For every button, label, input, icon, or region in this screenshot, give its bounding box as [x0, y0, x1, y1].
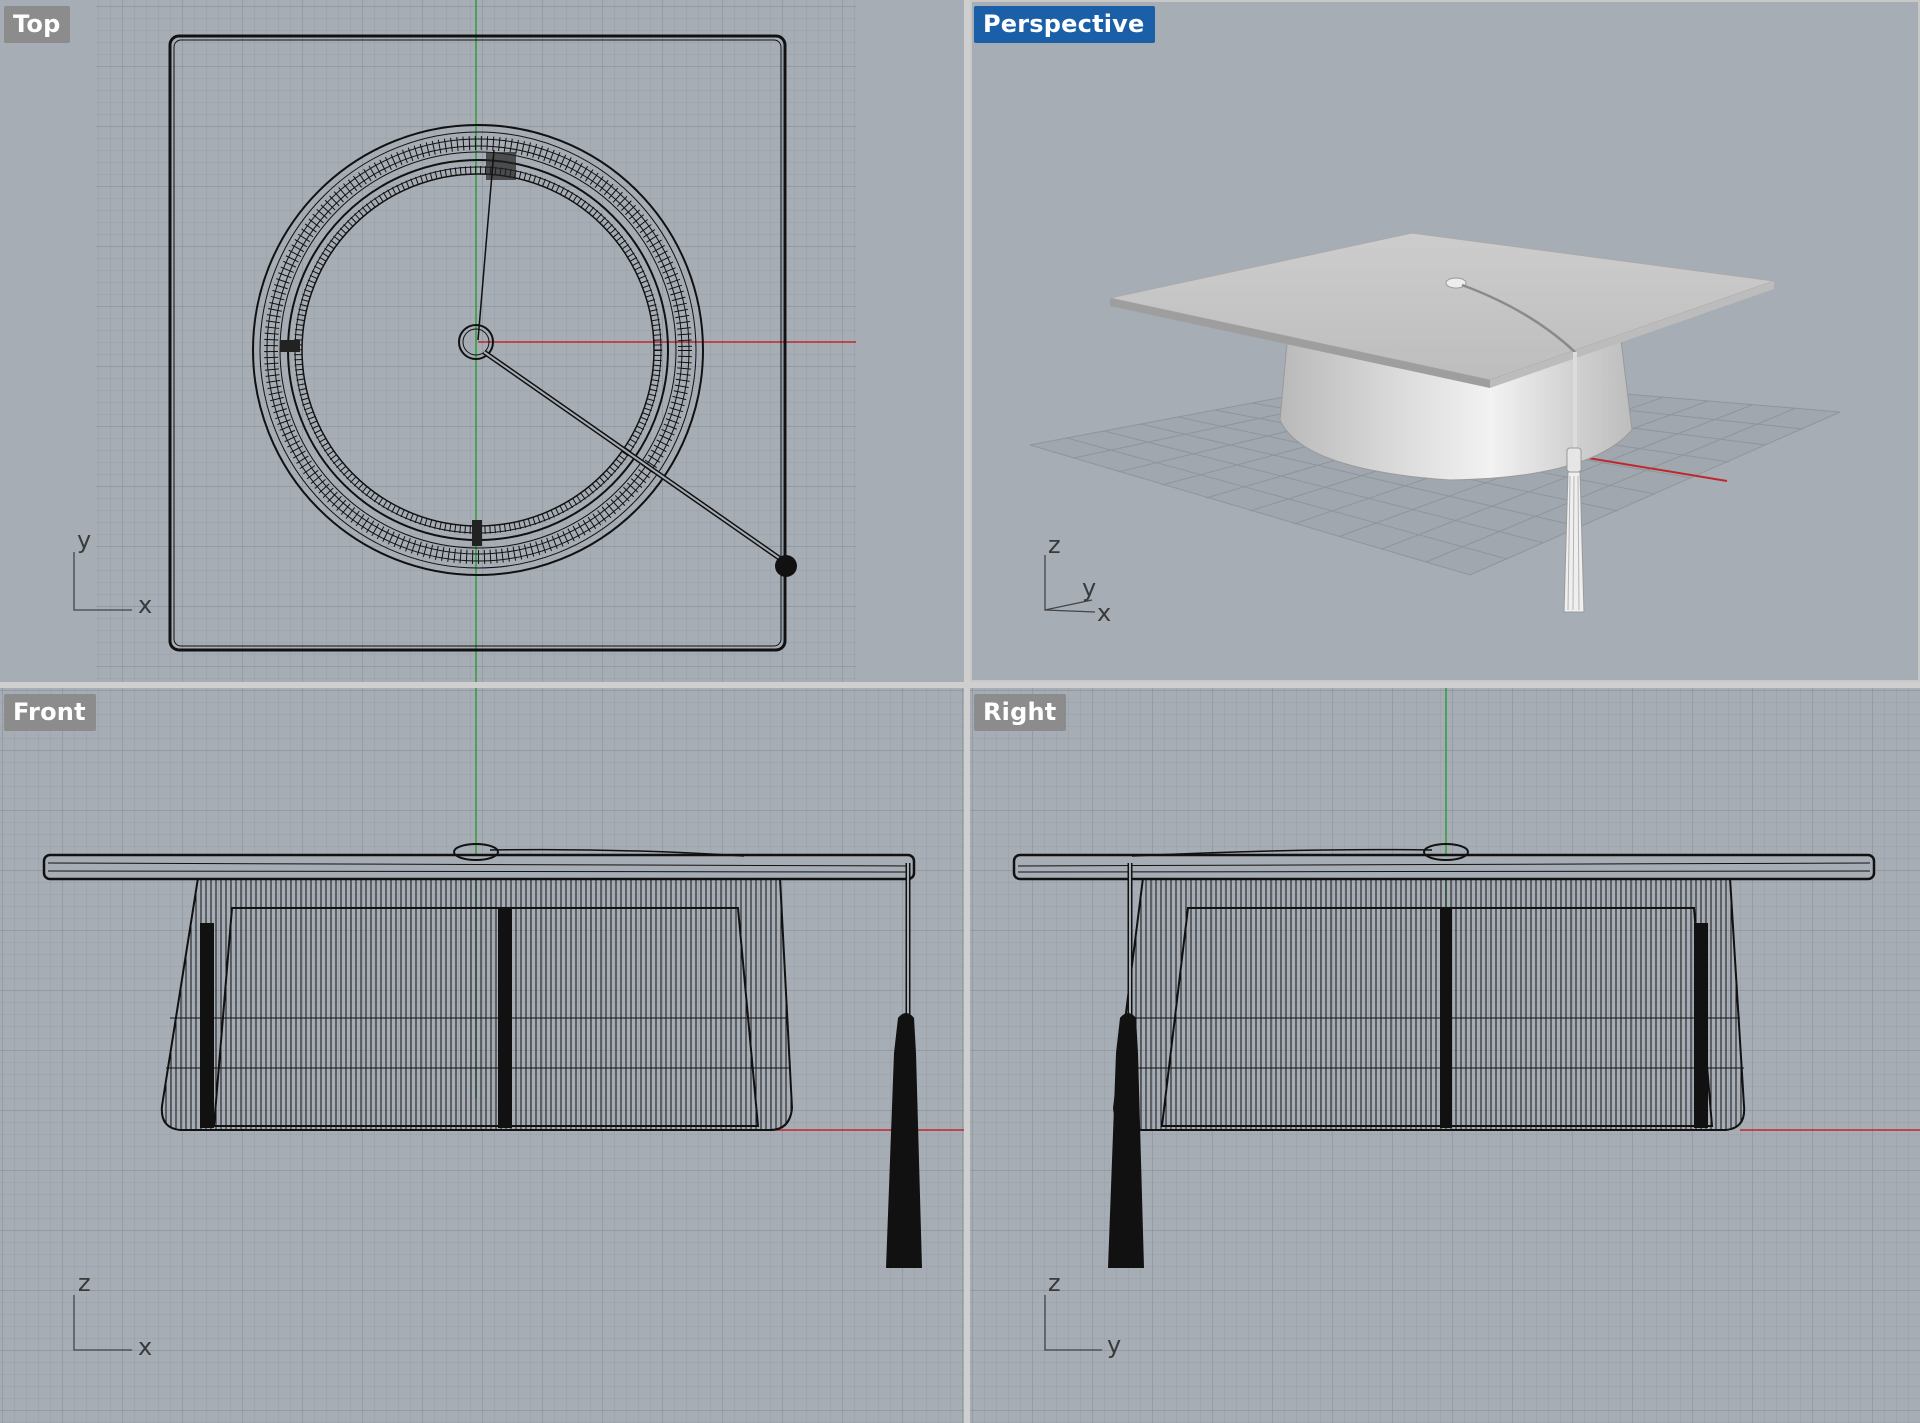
- svg-text:x: x: [138, 591, 152, 619]
- front-viewport[interactable]: Front z x: [0, 688, 964, 1423]
- seam-patch: [472, 520, 482, 546]
- right-viewport-canvas[interactable]: z y: [970, 688, 1920, 1423]
- board-top-shaded: [1109, 232, 1775, 381]
- viewport-title-perspective[interactable]: Perspective: [974, 6, 1155, 43]
- board-wireframe: [1012, 853, 1876, 881]
- svg-text:x: x: [1097, 599, 1111, 627]
- top-viewport[interactable]: Top y x: [0, 0, 964, 682]
- svg-text:y: y: [77, 526, 91, 554]
- seam-patch: [486, 152, 516, 180]
- viewport-title-top[interactable]: Top: [4, 6, 71, 43]
- viewport-title-front[interactable]: Front: [4, 694, 96, 731]
- crown-seam: [1694, 923, 1708, 1128]
- axis-icon-perspective: z y x: [1044, 531, 1111, 627]
- seam-patch: [280, 340, 300, 352]
- svg-text:z: z: [1048, 531, 1061, 559]
- perspective-viewport-canvas[interactable]: z y x: [970, 0, 1920, 682]
- crown-wireframe: [160, 877, 794, 1131]
- top-viewport-canvas[interactable]: y x: [0, 0, 964, 682]
- svg-text:z: z: [1048, 1269, 1061, 1297]
- svg-text:x: x: [138, 1333, 152, 1361]
- crown-wireframe: [1112, 877, 1746, 1131]
- board-wireframe: [42, 853, 916, 881]
- viewport-title-right[interactable]: Right: [974, 694, 1067, 731]
- tassel-top: [775, 555, 797, 577]
- front-viewport-canvas[interactable]: z x: [0, 688, 964, 1423]
- perspective-viewport[interactable]: Perspective z y x: [970, 0, 1920, 682]
- svg-text:z: z: [78, 1269, 91, 1297]
- right-viewport[interactable]: Right z y: [970, 688, 1920, 1423]
- rhino-four-viewport-workspace: Top y x Perspective z y x Front z x Righ…: [0, 0, 1920, 1423]
- tassel-knot: [1566, 447, 1582, 473]
- crown-seam: [200, 923, 214, 1128]
- svg-text:y: y: [1082, 574, 1096, 602]
- svg-text:y: y: [1107, 1331, 1121, 1359]
